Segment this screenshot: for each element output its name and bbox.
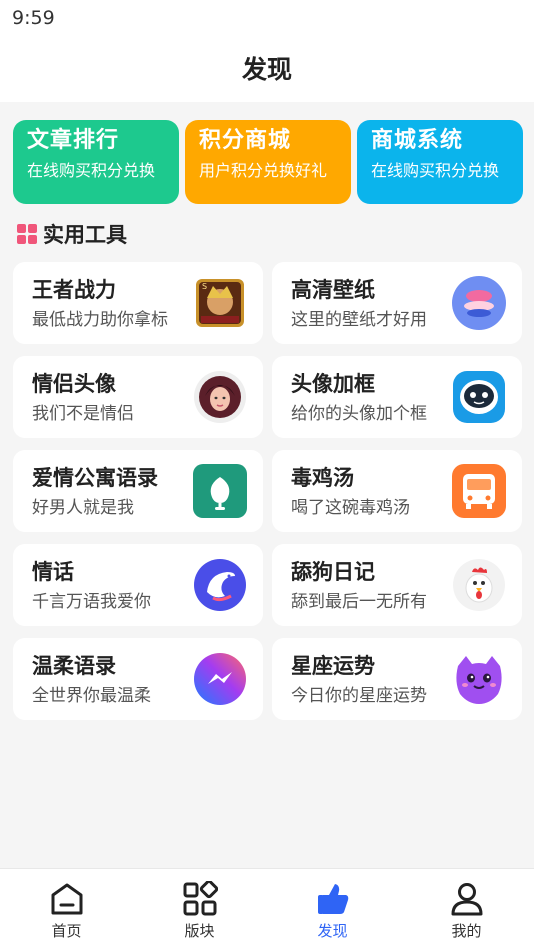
messenger-icon	[193, 652, 247, 706]
home-icon	[49, 881, 85, 917]
tool-desc: 最低战力助你拿标	[32, 310, 168, 330]
tool-desc: 这里的壁纸才好用	[291, 310, 427, 330]
tool-title: 情侣头像	[32, 372, 116, 396]
tool-card-simp-diary[interactable]: 舔狗日记 舔到最后一无所有	[272, 544, 522, 626]
nav-item-sections[interactable]: 版块	[133, 869, 266, 949]
apps-icon	[182, 879, 218, 917]
tool-desc: 今日你的星座运势	[291, 686, 427, 706]
tool-card-gentle-quotes[interactable]: 温柔语录 全世界你最温柔	[13, 638, 263, 720]
tool-title: 星座运势	[291, 654, 375, 678]
nav-item-discover[interactable]: 发现	[266, 869, 399, 949]
feature-card-title: 文章排行	[27, 128, 120, 153]
feature-card-mall-system[interactable]: 商城系统 在线购买积分兑换	[357, 120, 523, 204]
game-hero-icon: S	[193, 276, 247, 330]
nav-label: 我的	[451, 922, 482, 940]
tool-title: 温柔语录	[32, 654, 116, 678]
status-time: 9:59	[12, 7, 55, 29]
feature-card-desc: 在线购买积分兑换	[27, 161, 156, 180]
tool-desc: 给你的头像加个框	[291, 404, 427, 424]
nav-item-home[interactable]: 首页	[0, 869, 133, 949]
feature-card-desc: 用户积分兑换好礼	[199, 161, 328, 180]
dolphin-icon	[193, 558, 247, 612]
tool-card-king-power[interactable]: 王者战力 最低战力助你拿标 S	[13, 262, 263, 344]
svg-text:S: S	[202, 282, 207, 291]
bus-icon	[452, 464, 506, 518]
tool-card-horoscope[interactable]: 星座运势 今日你的星座运势	[272, 638, 522, 720]
page-title: 发现	[241, 55, 292, 84]
tool-title: 爱情公寓语录	[32, 466, 158, 490]
nav-label: 发现	[317, 922, 348, 940]
avatar-portrait-icon	[193, 370, 247, 424]
bottom-nav: 首页 版块 发现 我的	[0, 868, 534, 949]
tool-desc: 全世界你最温柔	[32, 686, 151, 706]
tool-title: 舔狗日记	[291, 560, 375, 584]
feature-card-desc: 在线购买积分兑换	[371, 161, 500, 180]
tool-card-hd-wallpaper[interactable]: 高清壁纸 这里的壁纸才好用	[272, 262, 522, 344]
tool-title: 高清壁纸	[291, 278, 375, 302]
wallpaper-icon	[452, 276, 506, 330]
tool-desc: 舔到最后一无所有	[291, 592, 427, 612]
tools-grid: 王者战力 最低战力助你拿标 S 高清壁纸 这里的壁纸才好用 情侣头像 我们不是情…	[13, 262, 522, 722]
tool-desc: 喝了这碗毒鸡汤	[291, 498, 410, 518]
tool-title: 毒鸡汤	[291, 466, 354, 490]
app-header: 发现	[0, 38, 534, 102]
tool-title: 情话	[32, 560, 74, 584]
grid-icon	[17, 224, 38, 245]
tool-card-ipartment-quotes[interactable]: 爱情公寓语录 好男人就是我	[13, 450, 263, 532]
feature-card-article-ranking[interactable]: 文章排行 在线购买积分兑换	[13, 120, 179, 204]
tool-desc: 千言万语我爱你	[32, 592, 151, 612]
feature-card-title: 商城系统	[371, 128, 464, 153]
nav-label: 版块	[184, 922, 215, 940]
user-icon	[449, 881, 485, 917]
feature-card-title: 积分商城	[199, 128, 292, 153]
tool-card-poison-soup[interactable]: 毒鸡汤 喝了这碗毒鸡汤	[272, 450, 522, 532]
section-title: 实用工具	[43, 223, 127, 247]
chat-bubble-icon	[193, 464, 247, 518]
feature-cards: 文章排行 在线购买积分兑换 积分商城 用户积分兑换好礼 商城系统 在线购买积分兑…	[13, 120, 523, 204]
tool-desc: 我们不是情侣	[32, 404, 134, 424]
purple-cat-icon	[452, 652, 506, 706]
tool-title: 王者战力	[32, 278, 116, 302]
nav-label: 首页	[51, 922, 82, 940]
rooster-icon	[452, 558, 506, 612]
feature-card-points-mall[interactable]: 积分商城 用户积分兑换好礼	[185, 120, 351, 204]
tool-desc: 好男人就是我	[32, 498, 134, 518]
tool-card-avatar-frame[interactable]: 头像加框 给你的头像加个框	[272, 356, 522, 438]
robot-frame-icon	[452, 370, 506, 424]
tool-title: 头像加框	[291, 372, 375, 396]
tool-card-love-words[interactable]: 情话 千言万语我爱你	[13, 544, 263, 626]
nav-item-profile[interactable]: 我的	[400, 869, 533, 949]
status-bar: 9:59	[0, 0, 534, 38]
tool-card-couple-avatar[interactable]: 情侣头像 我们不是情侣	[13, 356, 263, 438]
thumb-icon	[315, 881, 351, 917]
